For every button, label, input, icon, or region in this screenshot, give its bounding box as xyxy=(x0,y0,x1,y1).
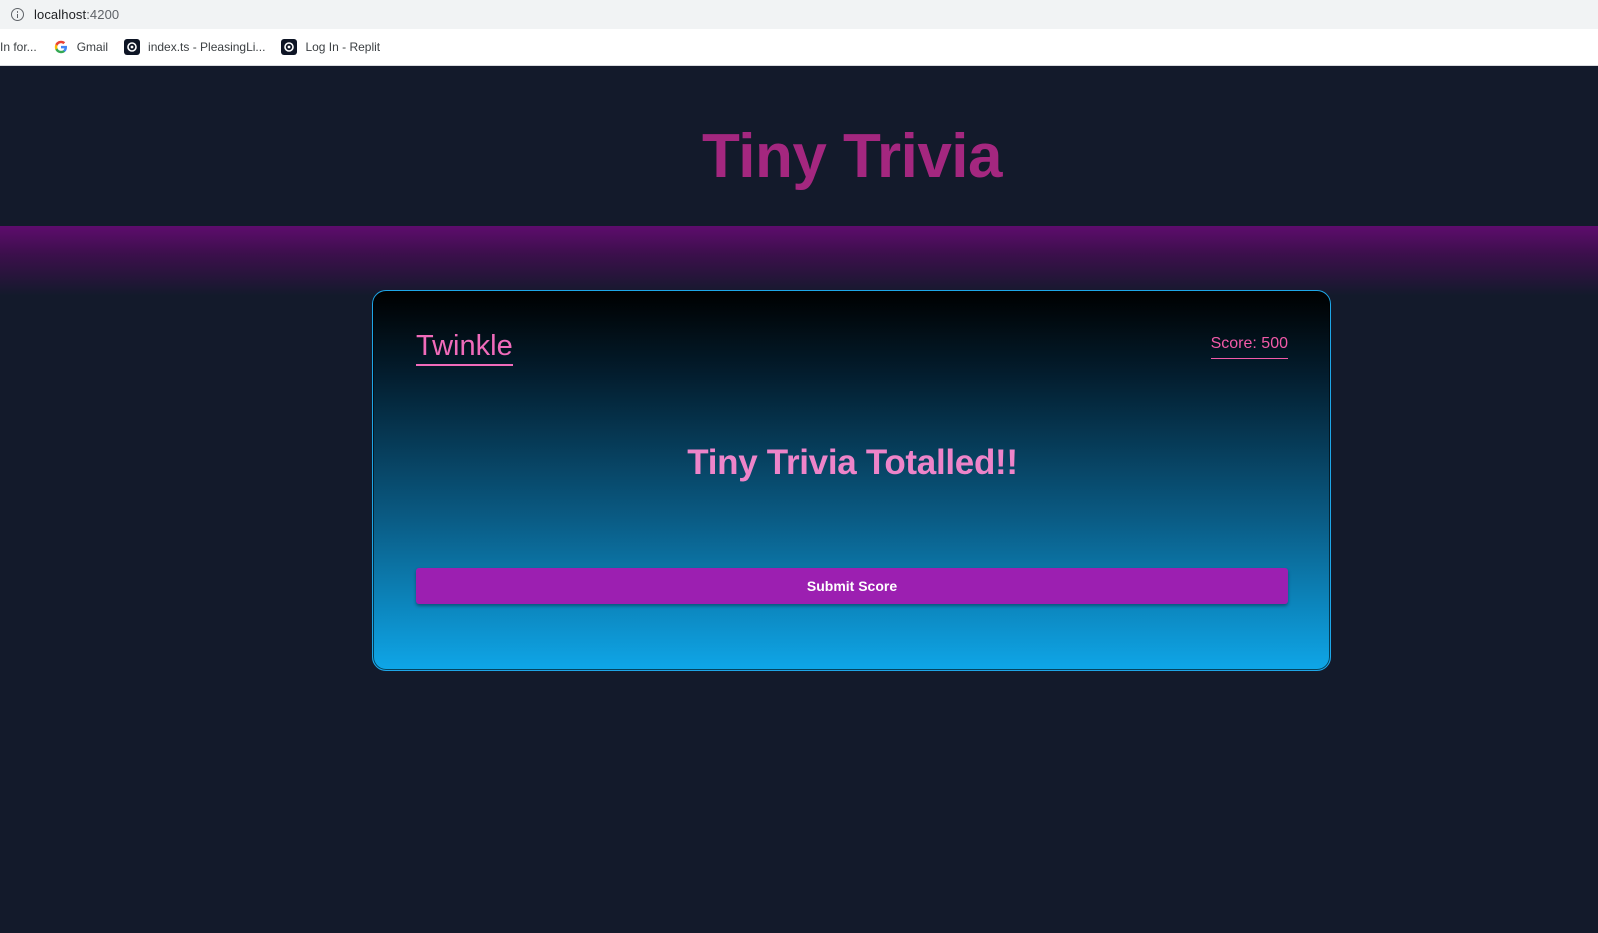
score-display: Score: 500 xyxy=(1210,335,1288,359)
url-host: localhost xyxy=(34,7,87,22)
player-name: Twinkle xyxy=(416,329,513,366)
bookmark-index-ts[interactable]: index.ts - PleasingLi... xyxy=(116,34,273,60)
google-icon xyxy=(53,39,69,55)
url-text[interactable]: localhost:4200 xyxy=(34,7,119,22)
bookmark-label: Gmail xyxy=(76,40,109,54)
results-card: Twinkle Score: 500 Tiny Trivia Totalled!… xyxy=(372,290,1331,671)
replit-icon xyxy=(281,39,298,55)
header-band xyxy=(0,226,1598,296)
replit-icon xyxy=(124,39,141,55)
url-port: :4200 xyxy=(86,7,120,22)
page-title: Tiny Trivia xyxy=(701,122,1003,191)
bookmark-label: index.ts - PleasingLi... xyxy=(148,40,266,54)
app-page: Tiny Trivia Twinkle Score: 500 Tiny Triv… xyxy=(0,66,1598,933)
address-bar[interactable]: localhost:4200 xyxy=(0,0,1598,29)
bookmark-label: In for... xyxy=(0,40,37,54)
info-icon[interactable] xyxy=(11,8,24,21)
submit-score-button[interactable]: Submit Score xyxy=(416,568,1288,604)
bookmark-label: Log In - Replit xyxy=(305,40,381,54)
bookmark-info-for[interactable]: In for... xyxy=(0,34,45,60)
result-heading: Tiny Trivia Totalled!! xyxy=(687,443,1018,482)
bookmarks-bar: In for... Gmail index.ts - PleasingLi...… xyxy=(0,29,1598,66)
bookmark-replit-login[interactable]: Log In - Replit xyxy=(273,34,388,60)
browser-chrome: localhost:4200 In for... Gmail index.ts … xyxy=(0,0,1598,66)
bookmark-gmail[interactable]: Gmail xyxy=(45,34,116,60)
